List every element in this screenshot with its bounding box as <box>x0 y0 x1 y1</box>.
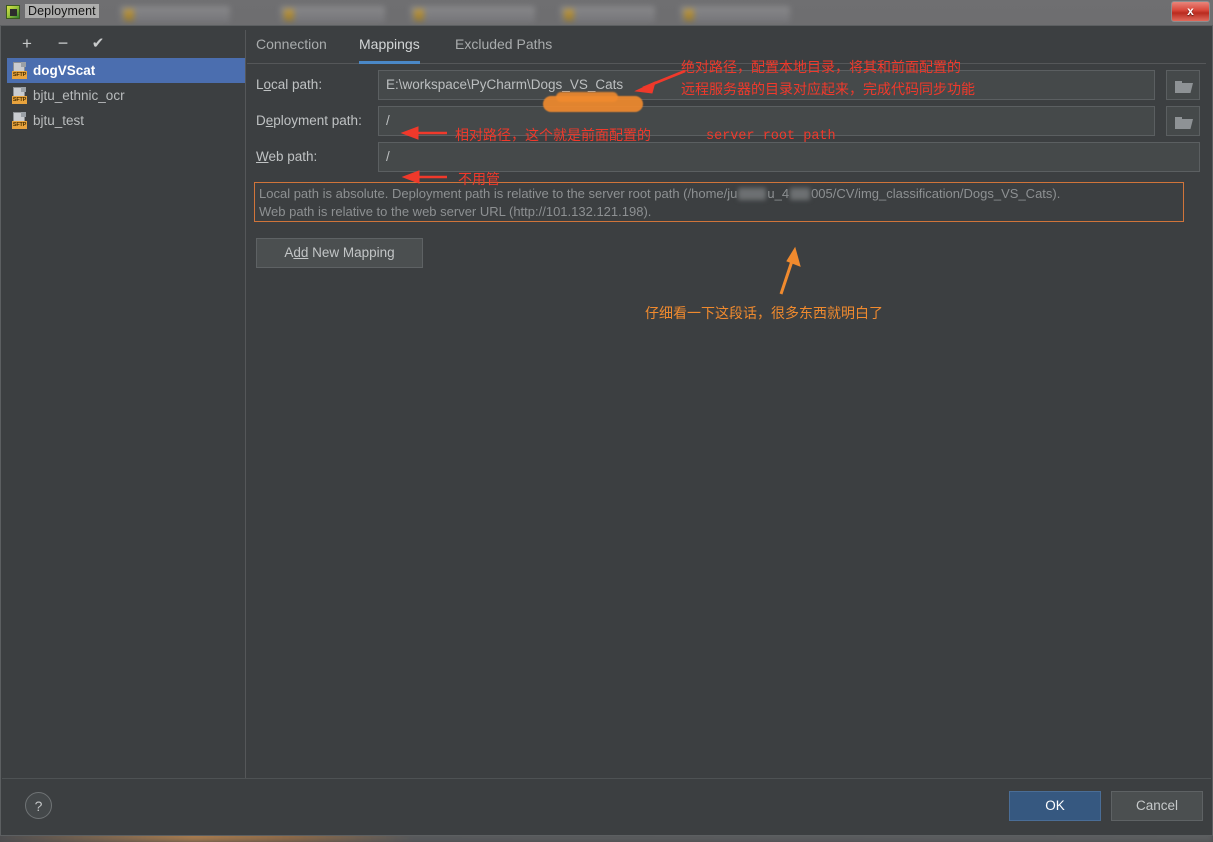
sidebar-toolbar: + − ✔ <box>7 30 245 58</box>
sftp-icon: SFTP <box>12 112 27 129</box>
add-new-mapping-button[interactable]: Add New Mapping <box>256 238 423 268</box>
sftp-badge-label: SFTP <box>12 71 27 79</box>
remove-server-button[interactable]: − <box>51 33 75 55</box>
web-path-row: Web path: / <box>247 142 1206 174</box>
tab-mappings[interactable]: Mappings <box>359 36 420 64</box>
sidebar-item-dogvscat[interactable]: SFTP dogVScat <box>7 58 245 83</box>
mapping-hint-box: Local path is absolute. Deployment path … <box>254 182 1184 222</box>
settings-panel: Connection Mappings Excluded Paths Local… <box>247 30 1206 780</box>
dialog-button-bar: ? OK Cancel <box>2 778 1211 834</box>
local-path-row: Local path: E:\workspace\PyCharm\Dogs_VS… <box>247 70 1206 102</box>
title-bar: Deployment x <box>0 0 1213 25</box>
ok-button[interactable]: OK <box>1009 791 1101 821</box>
sidebar-item-bjtu-test[interactable]: SFTP bjtu_test <box>7 108 245 133</box>
sidebar-item-bjtu-ethnic-ocr[interactable]: SFTP bjtu_ethnic_ocr <box>7 83 245 108</box>
server-name-label: dogVScat <box>33 63 96 78</box>
redacted-block <box>738 188 767 200</box>
tab-bar: Connection Mappings Excluded Paths <box>247 30 1206 64</box>
add-server-button[interactable]: + <box>15 33 39 55</box>
mapping-hint-line-2: Web path is relative to the web server U… <box>259 204 652 219</box>
set-default-server-button[interactable]: ✔ <box>86 33 110 55</box>
tab-excluded-paths[interactable]: Excluded Paths <box>455 36 552 61</box>
redacted-block <box>790 188 811 200</box>
window-title: Deployment <box>25 4 99 18</box>
mapping-hint-line-1: Local path is absolute. Deployment path … <box>259 186 1061 201</box>
local-path-label: Local path: <box>256 77 323 92</box>
server-name-label: bjtu_ethnic_ocr <box>33 88 125 103</box>
sftp-badge-label: SFTP <box>12 121 27 129</box>
deployment-path-browse-button[interactable] <box>1166 106 1200 136</box>
dialog-body: + − ✔ SFTP dogVScat SFTP bjtu_ethnic_ocr… <box>0 25 1213 836</box>
sftp-badge-label: SFTP <box>12 96 27 104</box>
local-path-browse-button[interactable] <box>1166 70 1200 100</box>
local-path-input[interactable]: E:\workspace\PyCharm\Dogs_VS_Cats <box>378 70 1155 100</box>
server-name-label: bjtu_test <box>33 113 85 128</box>
cancel-button[interactable]: Cancel <box>1111 791 1203 821</box>
folder-icon <box>1175 80 1193 93</box>
folder-icon <box>1175 116 1193 129</box>
deployment-dialog: Deployment x + − ✔ SFTP dogVScat SFTP bj… <box>0 0 1213 836</box>
server-list-sidebar: + − ✔ SFTP dogVScat SFTP bjtu_ethnic_ocr… <box>7 30 246 780</box>
server-list: SFTP dogVScat SFTP bjtu_ethnic_ocr SFTP <box>7 58 245 780</box>
deployment-path-input[interactable]: / <box>378 106 1155 136</box>
tab-connection[interactable]: Connection <box>256 36 327 61</box>
sftp-icon: SFTP <box>12 62 27 79</box>
web-path-input[interactable]: / <box>378 142 1200 172</box>
web-path-label: Web path: <box>256 149 318 164</box>
app-icon <box>6 5 20 19</box>
help-button[interactable]: ? <box>25 792 52 819</box>
close-button[interactable]: x <box>1171 1 1210 22</box>
deployment-path-label: Deployment path: <box>256 113 362 128</box>
sftp-icon: SFTP <box>12 87 27 104</box>
deployment-path-row: Deployment path: / <box>247 106 1206 138</box>
